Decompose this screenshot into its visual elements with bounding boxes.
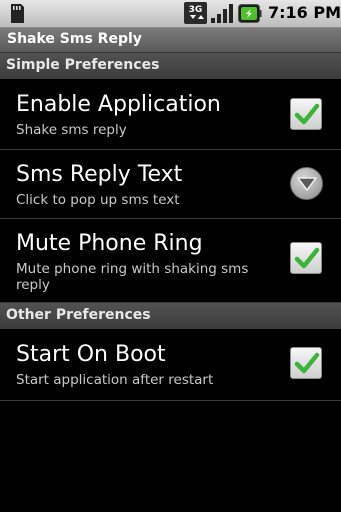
sms-reply-text-dropdown[interactable] bbox=[290, 167, 323, 200]
enable-application-checkbox[interactable] bbox=[290, 98, 322, 130]
pref-title: Mute Phone Ring bbox=[16, 231, 203, 256]
check-icon bbox=[294, 247, 320, 269]
battery-charging-icon bbox=[238, 4, 262, 23]
check-icon bbox=[294, 352, 320, 374]
pref-summary: Mute phone ring with shaking sms reply bbox=[16, 261, 249, 293]
title-bar: Shake Sms Reply bbox=[0, 28, 341, 53]
chevron-down-icon bbox=[297, 177, 317, 191]
status-bar: 3G 7:16 PM bbox=[0, 0, 341, 28]
app-title: Shake Sms Reply bbox=[7, 31, 142, 47]
section-header-simple: Simple Preferences bbox=[0, 53, 341, 79]
pref-title: Enable Application bbox=[16, 92, 221, 117]
section-header-label: Other Preferences bbox=[6, 307, 151, 323]
status-time: 7:16 PM bbox=[268, 3, 341, 22]
pref-summary: Start application after restart bbox=[16, 372, 214, 388]
pref-summary: Click to pop up sms text bbox=[16, 192, 180, 208]
pref-sms-reply-text[interactable]: Sms Reply Text Click to pop up sms text bbox=[0, 150, 341, 219]
mute-phone-ring-checkbox[interactable] bbox=[290, 242, 322, 274]
pref-summary: Shake sms reply bbox=[16, 122, 127, 138]
signal-icon bbox=[211, 4, 233, 23]
pref-title: Sms Reply Text bbox=[16, 162, 183, 187]
pref-enable-application[interactable]: Enable Application Shake sms reply bbox=[0, 80, 341, 150]
start-on-boot-checkbox[interactable] bbox=[290, 347, 322, 379]
section-header-other: Other Preferences bbox=[0, 303, 341, 329]
3g-icon: 3G bbox=[184, 2, 207, 24]
sd-card-icon bbox=[11, 4, 24, 23]
network-label: 3G bbox=[189, 5, 203, 15]
check-icon bbox=[294, 103, 320, 125]
pref-mute-phone-ring[interactable]: Mute Phone Ring Mute phone ring with sha… bbox=[0, 219, 341, 303]
pref-title: Start On Boot bbox=[16, 342, 166, 367]
section-header-label: Simple Preferences bbox=[6, 57, 160, 73]
pref-start-on-boot[interactable]: Start On Boot Start application after re… bbox=[0, 330, 341, 401]
